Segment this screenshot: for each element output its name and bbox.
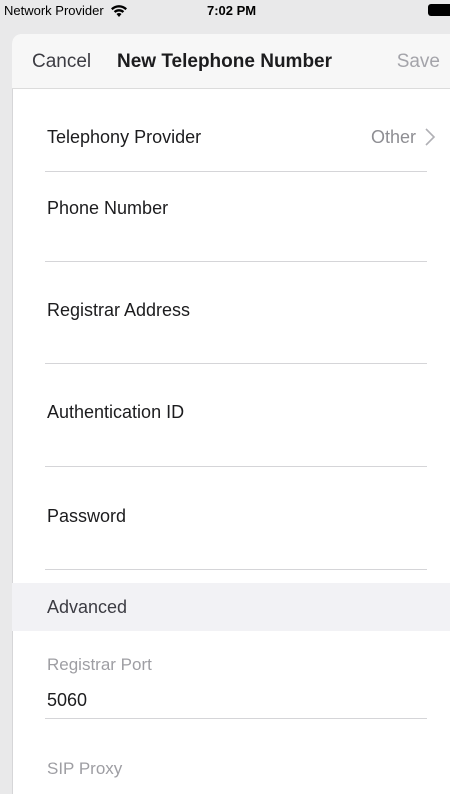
status-bar: Network Provider 7:02 PM xyxy=(0,0,450,30)
phone-number-field[interactable] xyxy=(47,228,427,256)
registrar-port-field[interactable] xyxy=(47,686,427,714)
phone-number-label: Phone Number xyxy=(47,198,169,218)
authentication-id-underline xyxy=(45,466,427,467)
page-title: New Telephone Number xyxy=(117,51,333,72)
password-label: Password xyxy=(47,506,127,526)
advanced-header-label: Advanced xyxy=(47,597,128,617)
status-time: 7:02 PM xyxy=(207,3,257,18)
advanced-section-header: Advanced xyxy=(12,583,450,631)
wifi-icon xyxy=(110,4,127,17)
phone-number-underline xyxy=(45,261,427,262)
registrar-port-underline xyxy=(45,718,427,719)
carrier-label: Network Provider xyxy=(4,3,104,18)
cancel-button[interactable]: Cancel xyxy=(32,51,91,73)
registrar-address-label: Registrar Address xyxy=(47,300,191,320)
navigation-bar: Cancel New Telephone Number Save xyxy=(12,34,450,89)
battery-icon xyxy=(428,4,450,16)
registrar-port-label: Registrar Port xyxy=(47,655,152,674)
save-button[interactable]: Save xyxy=(397,51,440,73)
sip-proxy-label: SIP Proxy xyxy=(47,759,123,778)
telephony-provider-value: Other xyxy=(370,127,416,147)
telephony-provider-label: Telephony Provider xyxy=(47,127,202,147)
new-number-sheet: Cancel New Telephone Number Save Telepho… xyxy=(12,34,450,794)
authentication-id-field[interactable] xyxy=(47,432,427,460)
status-carrier-group: Network Provider xyxy=(4,3,128,18)
telephony-provider-row[interactable]: Telephony Provider Other xyxy=(12,89,450,171)
password-field[interactable] xyxy=(47,536,427,564)
registrar-address-field[interactable] xyxy=(47,330,427,358)
registrar-address-underline xyxy=(45,363,427,364)
chevron-right-icon xyxy=(425,128,436,146)
divider xyxy=(45,171,427,172)
authentication-id-label: Authentication ID xyxy=(47,402,185,422)
password-underline xyxy=(45,569,427,570)
